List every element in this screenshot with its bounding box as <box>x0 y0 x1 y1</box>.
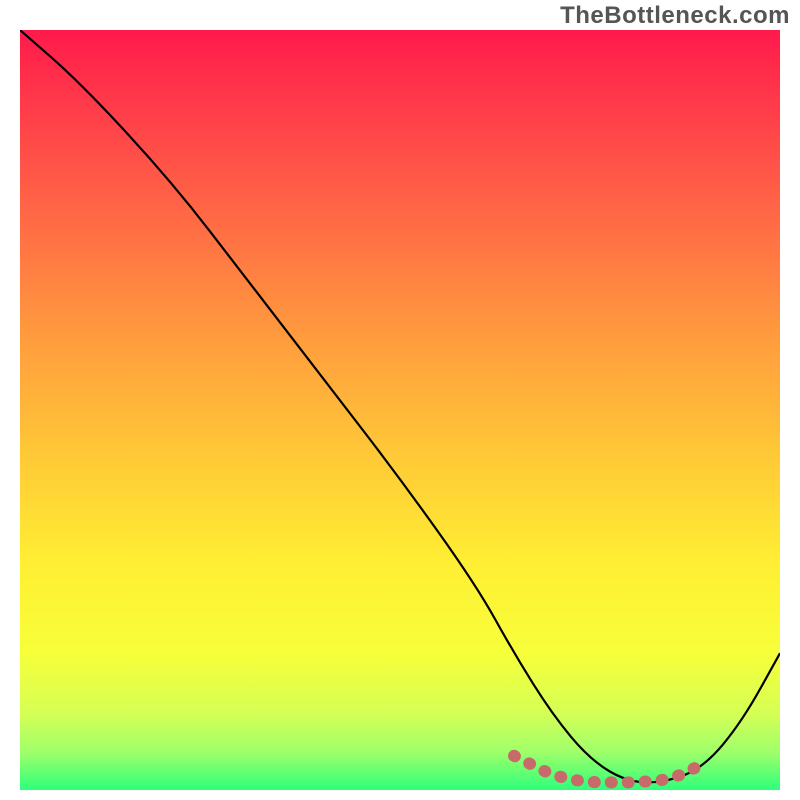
chart-svg <box>20 30 780 790</box>
watermark-text: TheBottleneck.com <box>560 2 790 30</box>
gradient-background <box>20 30 780 790</box>
chart-container: TheBottleneck.com <box>0 0 800 800</box>
plot-area <box>20 30 780 790</box>
